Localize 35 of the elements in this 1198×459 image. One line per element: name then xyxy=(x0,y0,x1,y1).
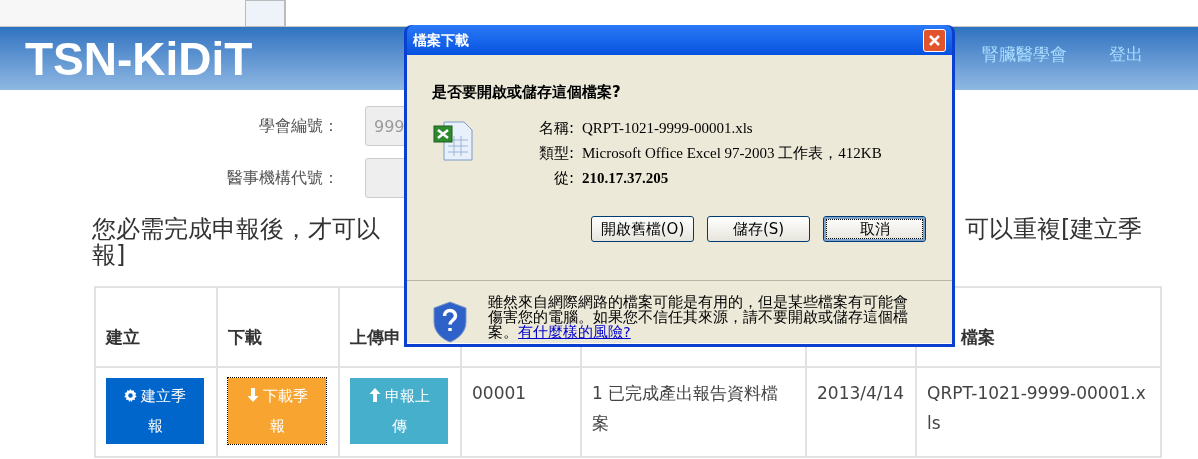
warning-text: 雖然來自網際網路的檔案可能是有用的，但是某些檔案有可能會傷害您的電腦。如果您不信任其來源，請不要開啟或儲存這個檔案。有什麼樣的風險? xyxy=(488,295,908,342)
close-icon xyxy=(928,33,941,47)
table-cell-text: 1 已完成產出報告資料檔案 xyxy=(592,383,779,433)
notice-text: 可以重複[建立季 xyxy=(965,216,1143,242)
dialog-button[interactable]: 開啟舊檔(O) xyxy=(591,216,694,242)
table-cell-text: 2013/4/14 xyxy=(817,383,905,403)
dialog-title: 檔案下載 xyxy=(413,30,470,50)
column-header: 下載 xyxy=(228,326,262,347)
close-button[interactable] xyxy=(923,28,946,52)
logo-text: TSN-KiDiT xyxy=(25,35,253,82)
notice-text: 報] xyxy=(92,241,126,269)
detail-label: 名稱: xyxy=(537,118,574,139)
detail-value: QRPT-1021-9999-00001.xls xyxy=(582,119,753,138)
detail-value: Microsoft Office Excel 97-2003 工作表，412KB xyxy=(582,144,882,163)
detail-label: 類型: xyxy=(537,143,574,164)
dialog-question: 是否要開啟或儲存這個檔案? xyxy=(432,83,621,101)
table-cell-text: QRPT-1021-9999-00001.xls xyxy=(927,383,1146,433)
detail-label: 從: xyxy=(552,168,574,189)
spreadsheet-file-icon xyxy=(432,120,474,162)
notice-text: 您必需完成申報後，才可以 xyxy=(92,216,380,242)
gear-icon xyxy=(124,389,137,402)
field-label: 學會編號： xyxy=(258,115,340,137)
arrow-down-icon xyxy=(246,388,259,402)
detail-value: 210.17.37.205 xyxy=(582,169,669,188)
table-cell-text: 00001 xyxy=(472,383,527,403)
dialog-button[interactable]: 取消 xyxy=(823,216,926,242)
risk-link[interactable]: 有什麼樣的風險? xyxy=(518,324,631,340)
column-header: 上傳申 xyxy=(350,326,401,347)
column-header: 建立 xyxy=(106,326,140,347)
help-shield-icon xyxy=(432,301,468,343)
action-button[interactable]: 建立季報 xyxy=(106,378,204,444)
dialog-button[interactable]: 儲存(S) xyxy=(707,216,810,242)
arrow-up-icon xyxy=(368,388,381,402)
field-label: 醫事機構代號： xyxy=(226,167,340,189)
column-header: 檔案 xyxy=(961,326,995,347)
